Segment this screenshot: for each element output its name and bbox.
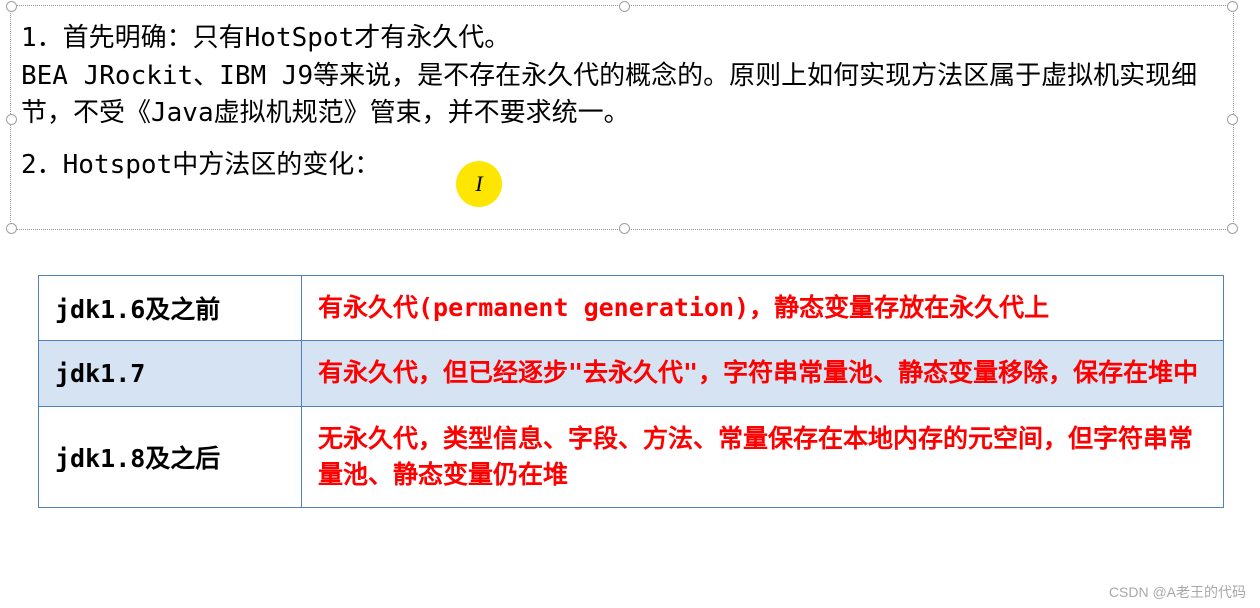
- table-row: jdk1.8及之后 无永久代，类型信息、字段、方法、常量保存在本地内存的元空间，…: [39, 406, 1224, 508]
- selection-handle-bm[interactable]: [619, 223, 630, 234]
- text-box[interactable]: 1．首先明确：只有HotSpot才有永久代。 BEA JRockit、IBM J…: [10, 5, 1234, 230]
- cursor-highlight: I: [456, 161, 502, 207]
- table-row: jdk1.7 有永久代，但已经逐步"去永久代"，字符串常量池、静态变量移除，保存…: [39, 341, 1224, 406]
- selection-handle-bl[interactable]: [6, 223, 17, 234]
- table-row: jdk1.6及之前 有永久代(permanent generation)，静态变…: [39, 276, 1224, 341]
- selection-handle-tr[interactable]: [1227, 1, 1238, 12]
- selection-handle-ml[interactable]: [6, 114, 17, 125]
- selection-handle-mr[interactable]: [1227, 114, 1238, 125]
- cell-version: jdk1.6及之前: [39, 276, 302, 341]
- selection-handle-tl[interactable]: [6, 1, 17, 12]
- paragraph-1-line-2: BEA JRockit、IBM J9等来说，是不存在永久代的概念的。原则上如何实…: [21, 58, 1223, 133]
- selection-handle-br[interactable]: [1227, 223, 1238, 234]
- watermark: CSDN @A老王的代码: [1109, 582, 1246, 602]
- cell-desc: 无永久代，类型信息、字段、方法、常量保存在本地内存的元空间，但字符串常量池、静态…: [302, 406, 1224, 508]
- blank-line: [21, 133, 1223, 147]
- jdk-table: jdk1.6及之前 有永久代(permanent generation)，静态变…: [38, 275, 1224, 508]
- cell-desc: 有永久代(permanent generation)，静态变量存放在永久代上: [302, 276, 1224, 341]
- text-cursor-icon: I: [475, 168, 482, 200]
- paragraph-1-line-1: 1．首先明确：只有HotSpot才有永久代。: [21, 20, 1223, 58]
- cell-desc: 有永久代，但已经逐步"去永久代"，字符串常量池、静态变量移除，保存在堆中: [302, 341, 1224, 406]
- paragraph-2: 2．Hotspot中方法区的变化：: [21, 147, 1223, 185]
- cell-version: jdk1.7: [39, 341, 302, 406]
- selection-handle-tm[interactable]: [619, 1, 630, 12]
- cell-version: jdk1.8及之后: [39, 406, 302, 508]
